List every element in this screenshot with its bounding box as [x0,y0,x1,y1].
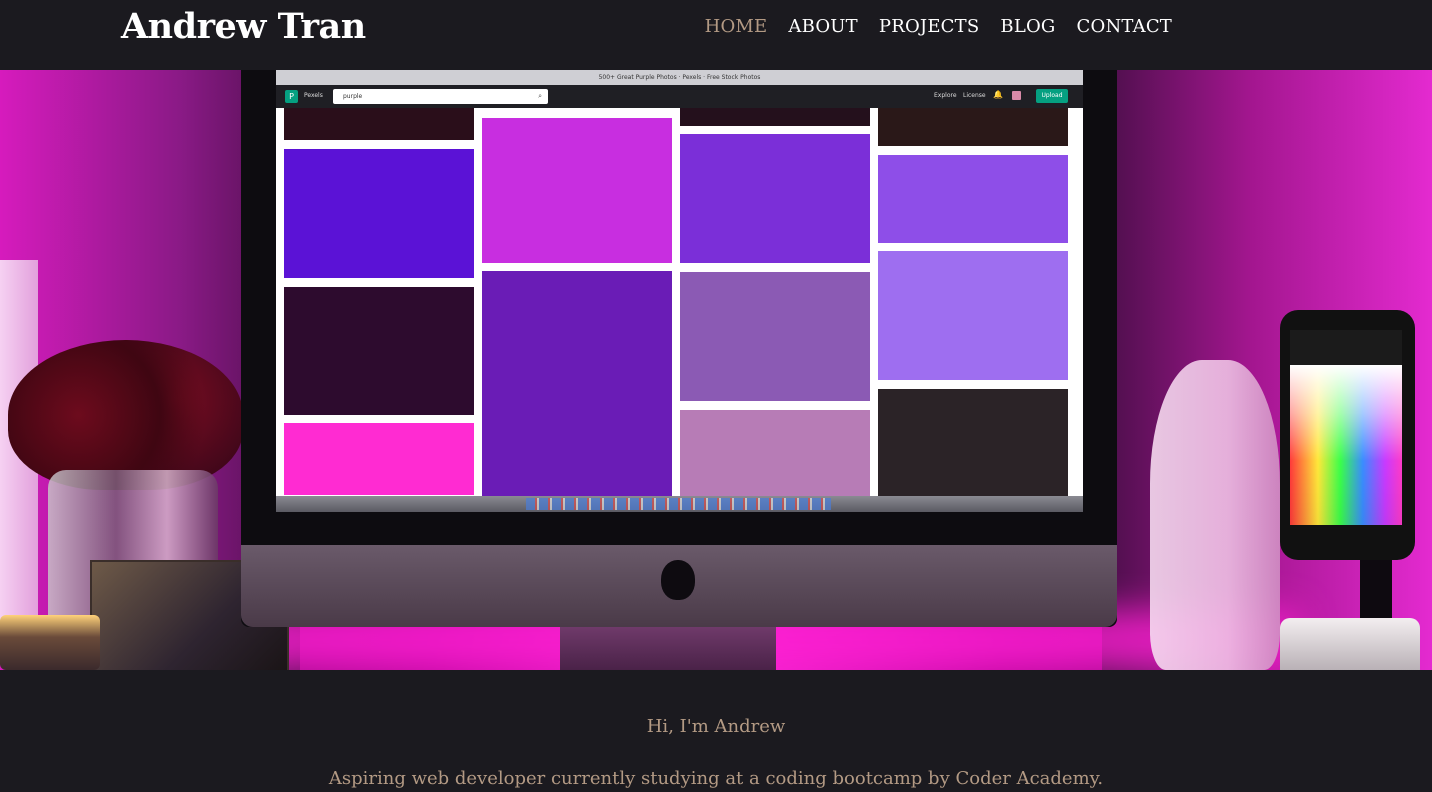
photo-tile [482,118,672,263]
dock-icons [526,498,831,510]
intro-greeting: Hi, I'm Andrew [646,716,786,737]
monitor-stand [560,627,776,670]
pexels-upload: Upload [1036,89,1068,103]
monitor-screen: 500+ Great Purple Photos · Pexels · Free… [276,70,1083,512]
bell-icon: 🔔 [993,90,1003,99]
hero-image: 500+ Great Purple Photos · Pexels · Free… [0,70,1432,670]
nav-contact[interactable]: CONTACT [1077,16,1172,37]
nav-projects[interactable]: PROJECTS [879,16,980,37]
pexels-logo-icon: P [285,90,298,103]
mug [1280,618,1420,670]
pexels-search-value: purple [343,93,363,100]
search-icon: ⌕ [538,92,542,100]
pexels-search-field: purple ⌕ [333,89,548,104]
photo-tile [680,134,870,263]
pexels-site-name: Pexels [304,92,323,99]
photo-tile [680,410,870,496]
nav-home[interactable]: HOME [705,16,768,37]
apple-logo-icon [661,560,695,600]
thumbs-up-statue [1150,360,1280,670]
mac-dock [276,496,1083,512]
photo-tile [878,155,1068,243]
smartphone [1280,310,1415,560]
photo-tile [284,423,474,495]
top-navbar: Andrew Tran HOME ABOUT PROJECTS BLOG CON… [0,0,1432,70]
nav-blog[interactable]: BLOG [1000,16,1055,37]
pexels-license: License [963,92,986,99]
avatar [1012,91,1021,100]
photo-tile [878,389,1068,496]
roses [8,340,243,490]
photo-tile [284,149,474,278]
intro-description: Aspiring web developer currently studyin… [328,768,1104,789]
site-brand[interactable]: Andrew Tran [121,6,366,47]
photo-tile [482,271,672,496]
photo-tile [284,108,474,140]
photo-grid [276,108,1083,496]
photo-tile [284,287,474,415]
nav-about[interactable]: ABOUT [788,16,858,37]
photo-tile [680,272,870,401]
photo-tile [878,108,1068,146]
pexels-toolbar: P Pexels purple ⌕ Explore License 🔔 Uplo… [276,85,1083,108]
color-picker [1290,365,1402,525]
main-nav: HOME ABOUT PROJECTS BLOG CONTACT [705,16,1172,37]
intro-section: Hi, I'm Andrew Aspiring web developer cu… [0,670,1432,792]
browser-title: 500+ Great Purple Photos · Pexels · Free… [276,70,1083,85]
candle [0,615,100,670]
photo-tile [680,108,870,126]
phone-header [1290,330,1402,365]
photo-tile [878,251,1068,380]
pexels-explore: Explore [934,92,957,99]
